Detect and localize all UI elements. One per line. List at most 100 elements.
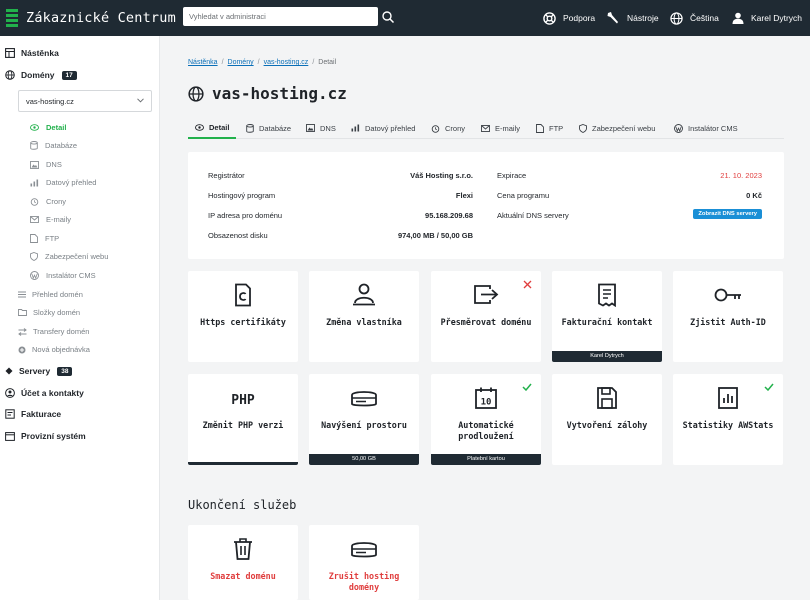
wrench-icon	[607, 12, 618, 24]
sidebar-label: Provizní systém	[21, 431, 86, 441]
tile-cancel-hosting[interactable]: Zrušit hosting domény	[309, 525, 419, 600]
eye-icon	[195, 123, 204, 131]
user-icon	[732, 12, 744, 24]
termination-section-title: Ukončení služeb	[188, 498, 297, 512]
expiry-value: 21. 10. 2023	[720, 171, 762, 180]
svg-text:10: 10	[481, 398, 492, 408]
stats-icon	[718, 387, 738, 409]
sidebar-label: Nástěnka	[21, 48, 59, 58]
search-icon[interactable]	[381, 10, 395, 24]
sidebar-link-prehled-domen[interactable]: Přehled domén	[18, 290, 83, 299]
info-value: Flexi	[455, 191, 473, 200]
tile-label: Https certifikáty	[200, 317, 286, 327]
sidebar-link-label: Složky domén	[33, 308, 81, 317]
tab-datovy-prehled[interactable]: Datový přehled	[351, 117, 415, 139]
sidebar-link-slozky-domen[interactable]: Složky domén	[18, 308, 80, 317]
tile-auth-id[interactable]: Zjistit Auth-ID	[673, 271, 783, 362]
tab-label: Zabezpečení webu	[592, 123, 656, 133]
tile-delete-domain[interactable]: Smazat doménu	[188, 525, 298, 600]
trash-icon	[234, 538, 252, 560]
info-value: 95.168.209.68	[425, 211, 473, 220]
domain-select[interactable]: vas-hosting.cz	[18, 90, 152, 112]
calendar-icon: 10	[475, 387, 497, 409]
sidebar-sub-detail[interactable]: Detail	[30, 123, 66, 132]
brand[interactable]: Zákaznické Centrum	[0, 9, 178, 27]
logo-icon	[6, 9, 18, 27]
tile-label: Statistiky AWStats	[682, 420, 774, 430]
tile-auto-renew[interactable]: 10 Automatické prodloužení Platební kart…	[431, 374, 541, 465]
sidebar: Nástěnka Domény 17 vas-hosting.cz Detail…	[0, 36, 160, 600]
breadcrumb-link[interactable]: Domény	[228, 59, 254, 66]
page-title: vas-hosting.cz	[188, 84, 347, 103]
domain-info-card: Registrátor Váš Hosting s.r.o. Hostingov…	[188, 152, 784, 259]
sidebar-link-label: Nová objednávka	[32, 345, 90, 354]
tools-link[interactable]: Nástroje	[606, 0, 659, 36]
sidebar-sub-datovy-prehled[interactable]: Datový přehled	[30, 178, 96, 187]
show-dns-button[interactable]: Zobrazit DNS servery	[693, 209, 762, 219]
tile-https[interactable]: Https certifikáty	[188, 271, 298, 362]
dashboard-icon	[5, 48, 15, 58]
tab-detail[interactable]: Detail	[188, 117, 237, 139]
sidebar-link-transfery[interactable]: Transfery domén	[18, 327, 89, 336]
sidebar-sub-ftp[interactable]: FTP	[30, 234, 59, 243]
shield-icon	[30, 252, 38, 261]
tab-label: Datový přehled	[365, 123, 416, 133]
sidebar-sub-emaily[interactable]: E-maily	[30, 215, 71, 224]
tab-ftp[interactable]: FTP	[536, 117, 563, 139]
user-menu[interactable]: Karel Dytrych	[732, 0, 802, 36]
tab-dns[interactable]: DNS	[306, 117, 336, 139]
sidebar-sub-zabezpeceni[interactable]: Zabezpečení webu	[30, 252, 108, 261]
tab-databaze[interactable]: Databáze	[246, 117, 291, 139]
tab-crony[interactable]: Crony	[431, 117, 465, 139]
breadcrumb-link[interactable]: Nástěnka	[188, 59, 218, 66]
server-icon	[5, 367, 13, 375]
search-input[interactable]	[183, 7, 378, 26]
check-icon	[764, 383, 774, 391]
support-link[interactable]: Podpora	[543, 0, 595, 36]
tile-footer: 50,00 GB	[309, 454, 419, 465]
sidebar-sub-label: Crony	[46, 197, 67, 206]
sidebar-item-ops[interactable]: Provizní systém	[5, 431, 86, 441]
info-label: Hostingový program	[208, 191, 276, 200]
language-switch[interactable]: Čeština	[670, 0, 719, 36]
info-value: Váš Hosting s.r.o.	[410, 171, 473, 180]
tile-label: Změnit PHP verzi	[202, 420, 284, 430]
tile-awstats[interactable]: Statistiky AWStats	[673, 374, 783, 465]
tile-redirect[interactable]: Přesměrovat doménu	[431, 271, 541, 362]
tile-label: Zjistit Auth-ID	[690, 317, 766, 327]
transfer-icon	[18, 327, 27, 336]
sidebar-item-dashboard[interactable]: Nástěnka	[5, 48, 59, 58]
tab-emaily[interactable]: E-maily	[481, 117, 520, 139]
sidebar-item-domains[interactable]: Domény 17	[5, 70, 77, 80]
tab-zabezpeceni[interactable]: Zabezpečení webu	[579, 117, 655, 139]
tile-owner-change[interactable]: Změna vlastníka	[309, 271, 419, 362]
user-circle-icon	[5, 388, 15, 398]
breadcrumb-link[interactable]: vas-hosting.cz	[264, 59, 309, 66]
database-icon	[30, 141, 38, 150]
tile-label: Zrušit hosting domény	[328, 571, 400, 592]
check-icon	[522, 383, 532, 391]
tile-storage[interactable]: Navýšení prostoru 50,00 GB	[309, 374, 419, 465]
info-label: Obsazenost disku	[208, 231, 268, 240]
tools-label: Nástroje	[627, 13, 659, 23]
tab-instalator[interactable]: Instalátor CMS	[674, 117, 738, 139]
sidebar-item-account[interactable]: Účet a kontakty	[5, 388, 84, 398]
sidebar-label: Domény	[21, 70, 55, 80]
sidebar-sub-instalator[interactable]: Instalátor CMS	[30, 271, 96, 280]
page-title-text: vas-hosting.cz	[212, 84, 347, 103]
plus-circle-icon	[18, 346, 26, 353]
sidebar-sub-label: FTP	[45, 234, 60, 243]
key-icon	[714, 288, 741, 302]
tile-php[interactable]: PHP Změnit PHP verzi	[188, 374, 298, 465]
sidebar-item-servers[interactable]: Servery 38	[5, 366, 73, 376]
tile-backup[interactable]: Vytvoření zálohy	[552, 374, 662, 465]
price-value: 0 Kč	[746, 191, 762, 200]
sidebar-sub-databaze[interactable]: Databáze	[30, 141, 77, 150]
tile-billing-contact[interactable]: Fakturační kontakt Karel Dytrych	[552, 271, 662, 362]
sidebar-sub-dns[interactable]: DNS	[30, 160, 62, 169]
tile-label: Automatické prodloužení	[458, 420, 514, 441]
sidebar-sub-crony[interactable]: Crony	[30, 197, 66, 206]
sidebar-item-billing[interactable]: Fakturace	[5, 409, 61, 419]
top-bar: Zákaznické Centrum Podpora Nástroje Češt…	[0, 0, 810, 36]
sidebar-link-nova-objednavka[interactable]: Nová objednávka	[18, 345, 90, 354]
